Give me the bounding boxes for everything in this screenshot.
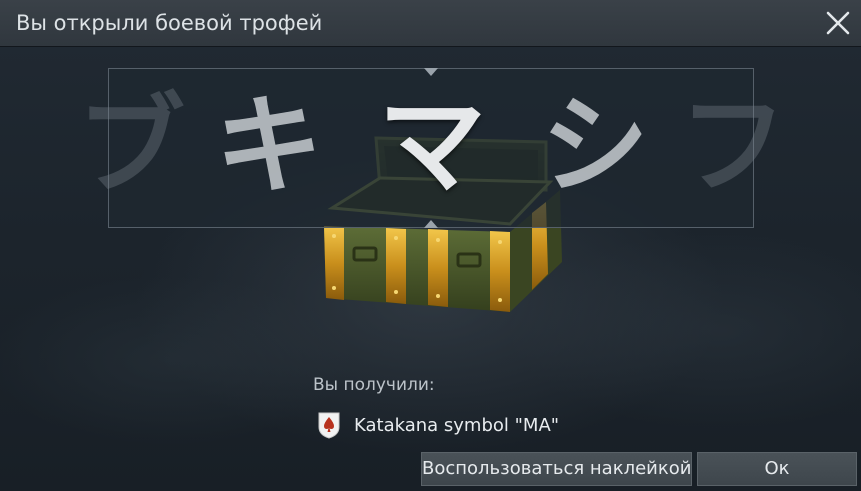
trophy-dialog: Вы открыли боевой трофей ブ キ マ シ フ Вы по… xyxy=(0,0,861,491)
carousel-item: フ xyxy=(678,84,787,209)
reward-item: Katakana symbol "MA" xyxy=(316,410,559,440)
dialog-title: Вы открыли боевой трофей xyxy=(16,11,323,35)
carousel-item: ブ xyxy=(76,84,185,209)
selection-marker-top xyxy=(424,68,438,76)
selection-marker-bottom xyxy=(424,220,438,228)
decal-carousel: ブ キ マ シ フ xyxy=(77,68,787,228)
received-label: Вы получили: xyxy=(313,375,435,395)
carousel-item: シ xyxy=(540,84,649,209)
decal-icon xyxy=(318,412,340,439)
carousel-item-selected: マ xyxy=(377,84,486,209)
close-icon xyxy=(826,11,850,35)
ok-button[interactable]: Ок xyxy=(697,452,857,486)
reward-name: Katakana symbol "MA" xyxy=(354,414,560,436)
use-decal-button[interactable]: Воспользоваться наклейкой xyxy=(421,452,692,486)
title-bar: Вы открыли боевой трофей xyxy=(0,0,861,47)
carousel-item: キ xyxy=(214,84,323,209)
close-button[interactable] xyxy=(823,8,853,38)
